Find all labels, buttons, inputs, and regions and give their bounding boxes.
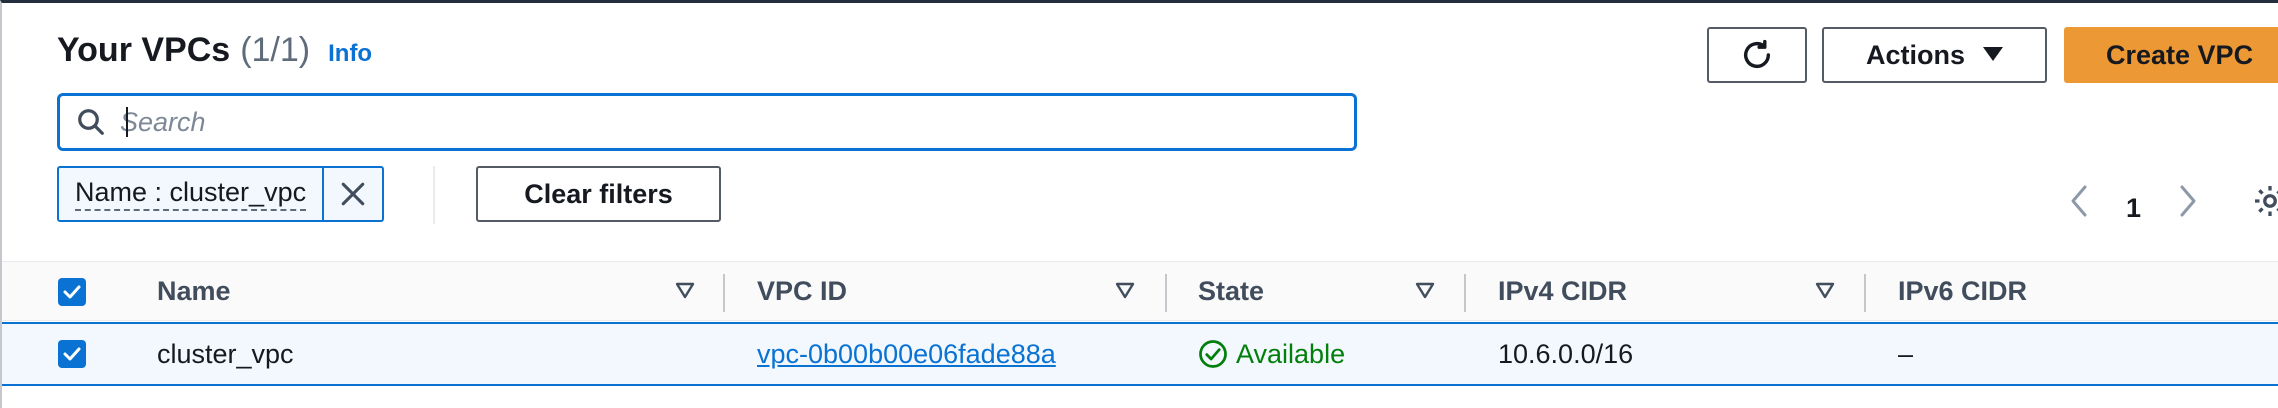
page-title: Your VPCs xyxy=(57,31,231,69)
search-icon xyxy=(76,107,106,137)
column-header-ipv6-cidr[interactable]: IPv6 CIDR xyxy=(1898,262,2027,320)
status-badge: Available xyxy=(1198,339,1345,370)
text-cursor xyxy=(126,107,128,137)
search-input[interactable] xyxy=(120,106,1300,138)
app-frame: Your VPCs (1/1) Info Actions Create VPC xyxy=(0,0,2278,408)
column-resizer[interactable] xyxy=(1864,274,1866,312)
remove-filter-button[interactable] xyxy=(324,168,382,220)
previous-page-button[interactable] xyxy=(2067,183,2091,219)
filter-token: Name : cluster_vpc xyxy=(57,166,385,222)
sort-icon[interactable] xyxy=(1115,282,1135,300)
check-icon xyxy=(63,347,81,361)
refresh-button[interactable] xyxy=(1707,27,1807,83)
check-circle-icon xyxy=(1199,340,1227,368)
page-header: Your VPCs (1/1) Info xyxy=(57,31,372,70)
column-resizer[interactable] xyxy=(723,274,725,312)
column-resizer[interactable] xyxy=(1464,274,1466,312)
status-text: Available xyxy=(1236,338,1346,369)
next-page-button[interactable] xyxy=(2176,183,2200,219)
column-resizer[interactable] xyxy=(1165,274,1167,312)
filter-divider xyxy=(433,166,435,224)
actions-label: Actions xyxy=(1865,39,1965,70)
column-header-vpc-id[interactable]: VPC ID xyxy=(757,262,847,320)
chevron-right-icon xyxy=(2180,185,2196,217)
chevron-left-icon xyxy=(2071,185,2087,217)
ipv6-cidr-cell: – xyxy=(1898,338,1914,369)
actions-dropdown-button[interactable]: Actions xyxy=(1822,27,2047,83)
select-all-checkbox[interactable] xyxy=(58,278,86,306)
clear-filters-button[interactable]: Clear filters xyxy=(476,166,721,222)
close-icon xyxy=(341,182,365,206)
refresh-icon xyxy=(1743,39,1771,68)
sort-icon[interactable] xyxy=(1815,282,1835,300)
column-header-name[interactable]: Name xyxy=(157,262,231,320)
vpc-id-cell: vpc-0b00b00e06fade88a xyxy=(757,324,1056,384)
check-icon xyxy=(63,285,81,299)
row-checkbox[interactable] xyxy=(58,340,86,368)
filter-token-label[interactable]: Name : cluster_vpc xyxy=(59,168,325,220)
vpc-id-link[interactable]: vpc-0b00b00e06fade88a xyxy=(757,339,1056,370)
column-header-state[interactable]: State xyxy=(1198,262,1264,320)
selection-count: (1/1) xyxy=(240,31,311,69)
caret-down-icon xyxy=(1983,47,2003,63)
preferences-button[interactable] xyxy=(2252,183,2278,219)
table-header: Name VPC ID State IPv4 CIDR IPv6 CIDR xyxy=(2,261,2278,321)
vpc-list-panel: Your VPCs (1/1) Info Actions Create VPC xyxy=(2,3,2278,408)
vpc-name-cell: cluster_vpc xyxy=(157,338,294,369)
ipv4-cidr-cell: 10.6.0.0/16 xyxy=(1498,338,1634,369)
gear-icon xyxy=(2255,186,2278,216)
search-box[interactable] xyxy=(57,93,1357,151)
page-number[interactable]: 1 xyxy=(2126,193,2141,224)
info-link[interactable]: Info xyxy=(328,40,372,68)
create-vpc-button[interactable]: Create VPC xyxy=(2064,27,2278,83)
state-cell: Available xyxy=(1198,324,1345,384)
column-header-ipv4-cidr[interactable]: IPv4 CIDR xyxy=(1498,262,1627,320)
table-row[interactable]: cluster_vpc vpc-0b00b00e06fade88a Availa… xyxy=(2,322,2278,386)
sort-icon[interactable] xyxy=(675,282,695,300)
sort-icon[interactable] xyxy=(1415,282,1435,300)
